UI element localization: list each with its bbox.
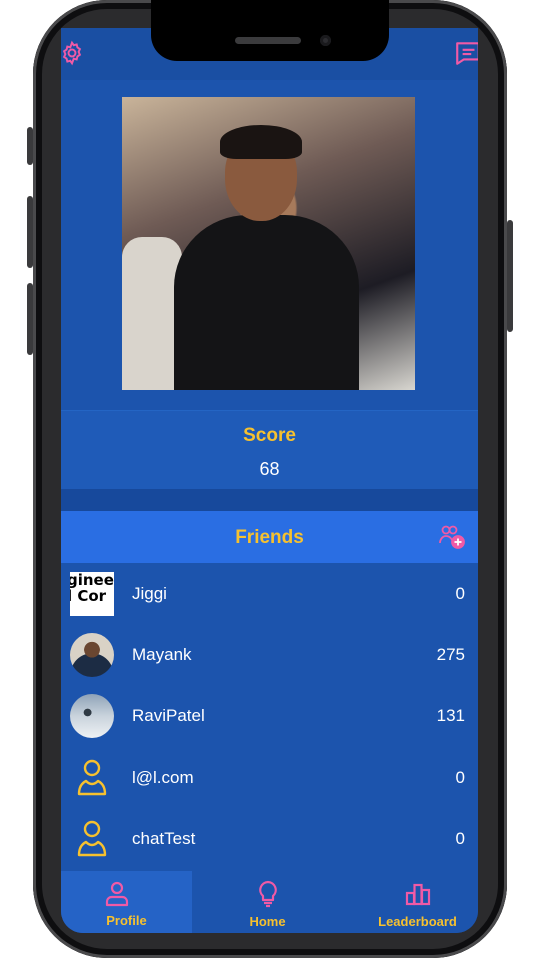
profile-icon [105, 881, 129, 907]
friends-list: ginee l Cor Jiggi 0 Mayank 275 RaviPatel… [61, 563, 478, 871]
friend-name: RaviPatel [132, 706, 205, 725]
photo-detail [122, 237, 182, 390]
nav-leaderboard-label: Leaderboard [378, 914, 457, 929]
avatar-logo-art: l Cor [70, 587, 107, 605]
add-friend-icon[interactable] [438, 523, 466, 551]
friend-avatar [70, 694, 114, 738]
friend-row[interactable]: RaviPatel 131 [61, 685, 478, 746]
profile-photo-section [61, 80, 478, 410]
phone-speaker [235, 37, 301, 44]
nav-profile[interactable]: Profile [61, 871, 192, 933]
profile-photo [122, 97, 415, 390]
friend-row[interactable]: ginee l Cor Jiggi 0 [61, 563, 478, 624]
friend-avatar [70, 633, 114, 677]
nav-home[interactable]: Home [202, 871, 333, 933]
friends-title: Friends [235, 527, 304, 548]
score-value: 68 [259, 459, 280, 479]
photo-detail [220, 125, 302, 159]
section-divider [61, 489, 478, 511]
friend-score: 0 [455, 829, 465, 848]
bar-chart-icon [405, 883, 431, 906]
friend-avatar: ginee l Cor [70, 572, 114, 616]
friend-row[interactable]: chatTest 0 [61, 808, 478, 869]
gear-icon[interactable] [61, 40, 85, 66]
friends-header: Friends [61, 511, 478, 563]
nav-profile-label: Profile [106, 913, 147, 928]
photo-detail [174, 215, 359, 390]
friend-row[interactable]: Mayank 275 [61, 624, 478, 685]
lightbulb-icon [259, 880, 277, 908]
friend-name: l@l.com [132, 768, 194, 787]
friend-row[interactable]: l@l.com 0 [61, 747, 478, 808]
friend-name: Jiggi [132, 584, 167, 603]
friend-score: 275 [436, 645, 465, 664]
chat-icon[interactable] [454, 40, 478, 66]
friend-name: Mayank [132, 645, 192, 664]
friend-score: 131 [436, 706, 465, 725]
bottom-navigation: Profile Home Leaderboard [61, 871, 478, 933]
avatar-logo-art: ginee [70, 572, 114, 589]
friend-name: chatTest [132, 829, 196, 848]
friend-score: 0 [455, 584, 465, 603]
user-icon [77, 759, 107, 796]
phone-notch [151, 0, 389, 61]
user-icon [77, 820, 107, 857]
score-label: Score [243, 425, 296, 446]
nav-home-label: Home [249, 914, 286, 929]
score-card: Score 68 [61, 410, 478, 490]
friend-score: 0 [455, 768, 465, 787]
app-screen: Score 68 Friends ginee l Cor Jiggi 0 May… [61, 28, 478, 933]
phone-camera [320, 35, 331, 46]
nav-leaderboard[interactable]: Leaderboard [357, 871, 478, 933]
phone-power-button [507, 220, 513, 332]
